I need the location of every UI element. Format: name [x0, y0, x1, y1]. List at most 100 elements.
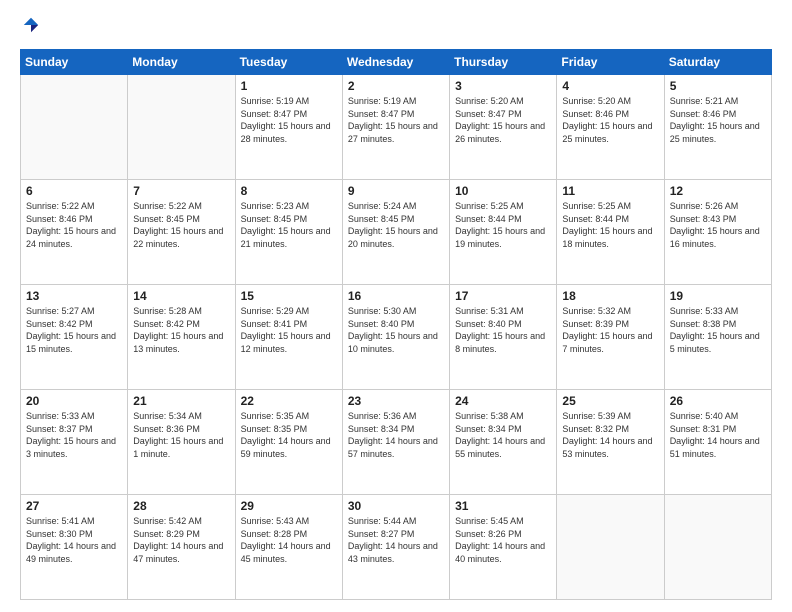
day-number: 18	[562, 289, 658, 303]
calendar-cell: 23 Sunrise: 5:36 AM Sunset: 8:34 PM Dayli…	[342, 390, 449, 495]
calendar-week-row: 1 Sunrise: 5:19 AM Sunset: 8:47 PM Daylig…	[21, 75, 772, 180]
day-number: 24	[455, 394, 551, 408]
day-info: Sunrise: 5:21 AM Sunset: 8:46 PM Dayligh…	[670, 95, 766, 145]
calendar-cell: 9 Sunrise: 5:24 AM Sunset: 8:45 PM Daylig…	[342, 180, 449, 285]
day-number: 13	[26, 289, 122, 303]
day-info: Sunrise: 5:26 AM Sunset: 8:43 PM Dayligh…	[670, 200, 766, 250]
day-info: Sunrise: 5:20 AM Sunset: 8:46 PM Dayligh…	[562, 95, 658, 145]
calendar-cell: 24 Sunrise: 5:38 AM Sunset: 8:34 PM Dayli…	[450, 390, 557, 495]
day-number: 25	[562, 394, 658, 408]
calendar-cell: 12Sunrise: 5:26 AM Sunset: 8:43 PM Dayli…	[664, 180, 771, 285]
day-info: Sunrise: 5:34 AM Sunset: 8:36 PM Dayligh…	[133, 410, 229, 460]
day-info: Sunrise: 5:27 AM Sunset: 8:42 PM Dayligh…	[26, 305, 122, 355]
calendar-cell: 18 Sunrise: 5:32 AM Sunset: 8:39 PM Dayli…	[557, 285, 664, 390]
day-number: 29	[241, 499, 337, 513]
day-info: Sunrise: 5:41 AM Sunset: 8:30 PM Dayligh…	[26, 515, 122, 565]
day-info: Sunrise: 5:38 AM Sunset: 8:34 PM Dayligh…	[455, 410, 551, 460]
day-number: 3	[455, 79, 551, 93]
day-number: 19	[670, 289, 766, 303]
day-number: 10	[455, 184, 551, 198]
calendar-cell: 17 Sunrise: 5:31 AM Sunset: 8:40 PM Dayli…	[450, 285, 557, 390]
day-number: 31	[455, 499, 551, 513]
day-number: 20	[26, 394, 122, 408]
day-info: Sunrise: 5:42 AM Sunset: 8:29 PM Dayligh…	[133, 515, 229, 565]
calendar-cell: 28 Sunrise: 5:42 AM Sunset: 8:29 PM Dayli…	[128, 495, 235, 600]
day-number: 9	[348, 184, 444, 198]
day-info: Sunrise: 5:25 AM Sunset: 8:44 PM Dayligh…	[455, 200, 551, 250]
page: SundayMondayTuesdayWednesdayThursdayFrid…	[0, 0, 792, 612]
calendar-cell: 19Sunrise: 5:33 AM Sunset: 8:38 PM Dayli…	[664, 285, 771, 390]
calendar-cell: 30Sunrise: 5:44 AM Sunset: 8:27 PM Dayli…	[342, 495, 449, 600]
day-number: 11	[562, 184, 658, 198]
day-number: 14	[133, 289, 229, 303]
day-number: 1	[241, 79, 337, 93]
calendar-cell: 4 Sunrise: 5:20 AM Sunset: 8:46 PM Daylig…	[557, 75, 664, 180]
calendar-week-row: 20 Sunrise: 5:33 AM Sunset: 8:37 PM Dayli…	[21, 390, 772, 495]
day-info: Sunrise: 5:19 AM Sunset: 8:47 PM Dayligh…	[241, 95, 337, 145]
day-header-wednesday: Wednesday	[342, 50, 449, 75]
calendar-cell: 25 Sunrise: 5:39 AM Sunset: 8:32 PM Dayli…	[557, 390, 664, 495]
day-info: Sunrise: 5:31 AM Sunset: 8:40 PM Dayligh…	[455, 305, 551, 355]
day-number: 2	[348, 79, 444, 93]
day-info: Sunrise: 5:20 AM Sunset: 8:47 PM Dayligh…	[455, 95, 551, 145]
calendar-cell: 11 Sunrise: 5:25 AM Sunset: 8:44 PM Dayli…	[557, 180, 664, 285]
calendar-week-row: 27Sunrise: 5:41 AM Sunset: 8:30 PM Dayli…	[21, 495, 772, 600]
calendar-cell: 21 Sunrise: 5:34 AM Sunset: 8:36 PM Dayli…	[128, 390, 235, 495]
header	[20, 16, 772, 39]
day-info: Sunrise: 5:19 AM Sunset: 8:47 PM Dayligh…	[348, 95, 444, 145]
day-number: 17	[455, 289, 551, 303]
day-info: Sunrise: 5:25 AM Sunset: 8:44 PM Dayligh…	[562, 200, 658, 250]
day-info: Sunrise: 5:39 AM Sunset: 8:32 PM Dayligh…	[562, 410, 658, 460]
calendar-cell: 20 Sunrise: 5:33 AM Sunset: 8:37 PM Dayli…	[21, 390, 128, 495]
day-number: 22	[241, 394, 337, 408]
calendar-cell: 14 Sunrise: 5:28 AM Sunset: 8:42 PM Dayli…	[128, 285, 235, 390]
day-header-tuesday: Tuesday	[235, 50, 342, 75]
day-number: 6	[26, 184, 122, 198]
logo	[20, 16, 42, 39]
day-info: Sunrise: 5:30 AM Sunset: 8:40 PM Dayligh…	[348, 305, 444, 355]
day-number: 30	[348, 499, 444, 513]
calendar-cell: 7 Sunrise: 5:22 AM Sunset: 8:45 PM Daylig…	[128, 180, 235, 285]
calendar-cell: 29Sunrise: 5:43 AM Sunset: 8:28 PM Dayli…	[235, 495, 342, 600]
calendar-cell: 5 Sunrise: 5:21 AM Sunset: 8:46 PM Daylig…	[664, 75, 771, 180]
calendar-cell: 26Sunrise: 5:40 AM Sunset: 8:31 PM Dayli…	[664, 390, 771, 495]
day-number: 15	[241, 289, 337, 303]
day-info: Sunrise: 5:36 AM Sunset: 8:34 PM Dayligh…	[348, 410, 444, 460]
calendar-cell: 1 Sunrise: 5:19 AM Sunset: 8:47 PM Daylig…	[235, 75, 342, 180]
day-header-thursday: Thursday	[450, 50, 557, 75]
day-info: Sunrise: 5:22 AM Sunset: 8:46 PM Dayligh…	[26, 200, 122, 250]
calendar-cell: 3 Sunrise: 5:20 AM Sunset: 8:47 PM Daylig…	[450, 75, 557, 180]
calendar-cell: 6 Sunrise: 5:22 AM Sunset: 8:46 PM Daylig…	[21, 180, 128, 285]
calendar-cell: 2 Sunrise: 5:19 AM Sunset: 8:47 PM Daylig…	[342, 75, 449, 180]
day-number: 16	[348, 289, 444, 303]
calendar-cell: 8 Sunrise: 5:23 AM Sunset: 8:45 PM Daylig…	[235, 180, 342, 285]
day-number: 4	[562, 79, 658, 93]
day-header-monday: Monday	[128, 50, 235, 75]
calendar-cell: 15Sunrise: 5:29 AM Sunset: 8:41 PM Dayli…	[235, 285, 342, 390]
calendar-cell: 27Sunrise: 5:41 AM Sunset: 8:30 PM Dayli…	[21, 495, 128, 600]
calendar-cell	[557, 495, 664, 600]
day-info: Sunrise: 5:40 AM Sunset: 8:31 PM Dayligh…	[670, 410, 766, 460]
day-header-saturday: Saturday	[664, 50, 771, 75]
day-info: Sunrise: 5:23 AM Sunset: 8:45 PM Dayligh…	[241, 200, 337, 250]
calendar-cell	[128, 75, 235, 180]
day-info: Sunrise: 5:45 AM Sunset: 8:26 PM Dayligh…	[455, 515, 551, 565]
day-info: Sunrise: 5:32 AM Sunset: 8:39 PM Dayligh…	[562, 305, 658, 355]
day-number: 23	[348, 394, 444, 408]
day-number: 5	[670, 79, 766, 93]
day-info: Sunrise: 5:33 AM Sunset: 8:37 PM Dayligh…	[26, 410, 122, 460]
calendar-table: SundayMondayTuesdayWednesdayThursdayFrid…	[20, 49, 772, 600]
day-info: Sunrise: 5:22 AM Sunset: 8:45 PM Dayligh…	[133, 200, 229, 250]
day-number: 8	[241, 184, 337, 198]
logo-icon	[22, 16, 40, 34]
day-info: Sunrise: 5:24 AM Sunset: 8:45 PM Dayligh…	[348, 200, 444, 250]
day-header-friday: Friday	[557, 50, 664, 75]
day-number: 21	[133, 394, 229, 408]
day-info: Sunrise: 5:28 AM Sunset: 8:42 PM Dayligh…	[133, 305, 229, 355]
day-number: 28	[133, 499, 229, 513]
day-number: 7	[133, 184, 229, 198]
calendar-cell: 31 Sunrise: 5:45 AM Sunset: 8:26 PM Dayli…	[450, 495, 557, 600]
calendar-cell: 22Sunrise: 5:35 AM Sunset: 8:35 PM Dayli…	[235, 390, 342, 495]
calendar-week-row: 13 Sunrise: 5:27 AM Sunset: 8:42 PM Dayli…	[21, 285, 772, 390]
calendar-cell: 10 Sunrise: 5:25 AM Sunset: 8:44 PM Dayli…	[450, 180, 557, 285]
